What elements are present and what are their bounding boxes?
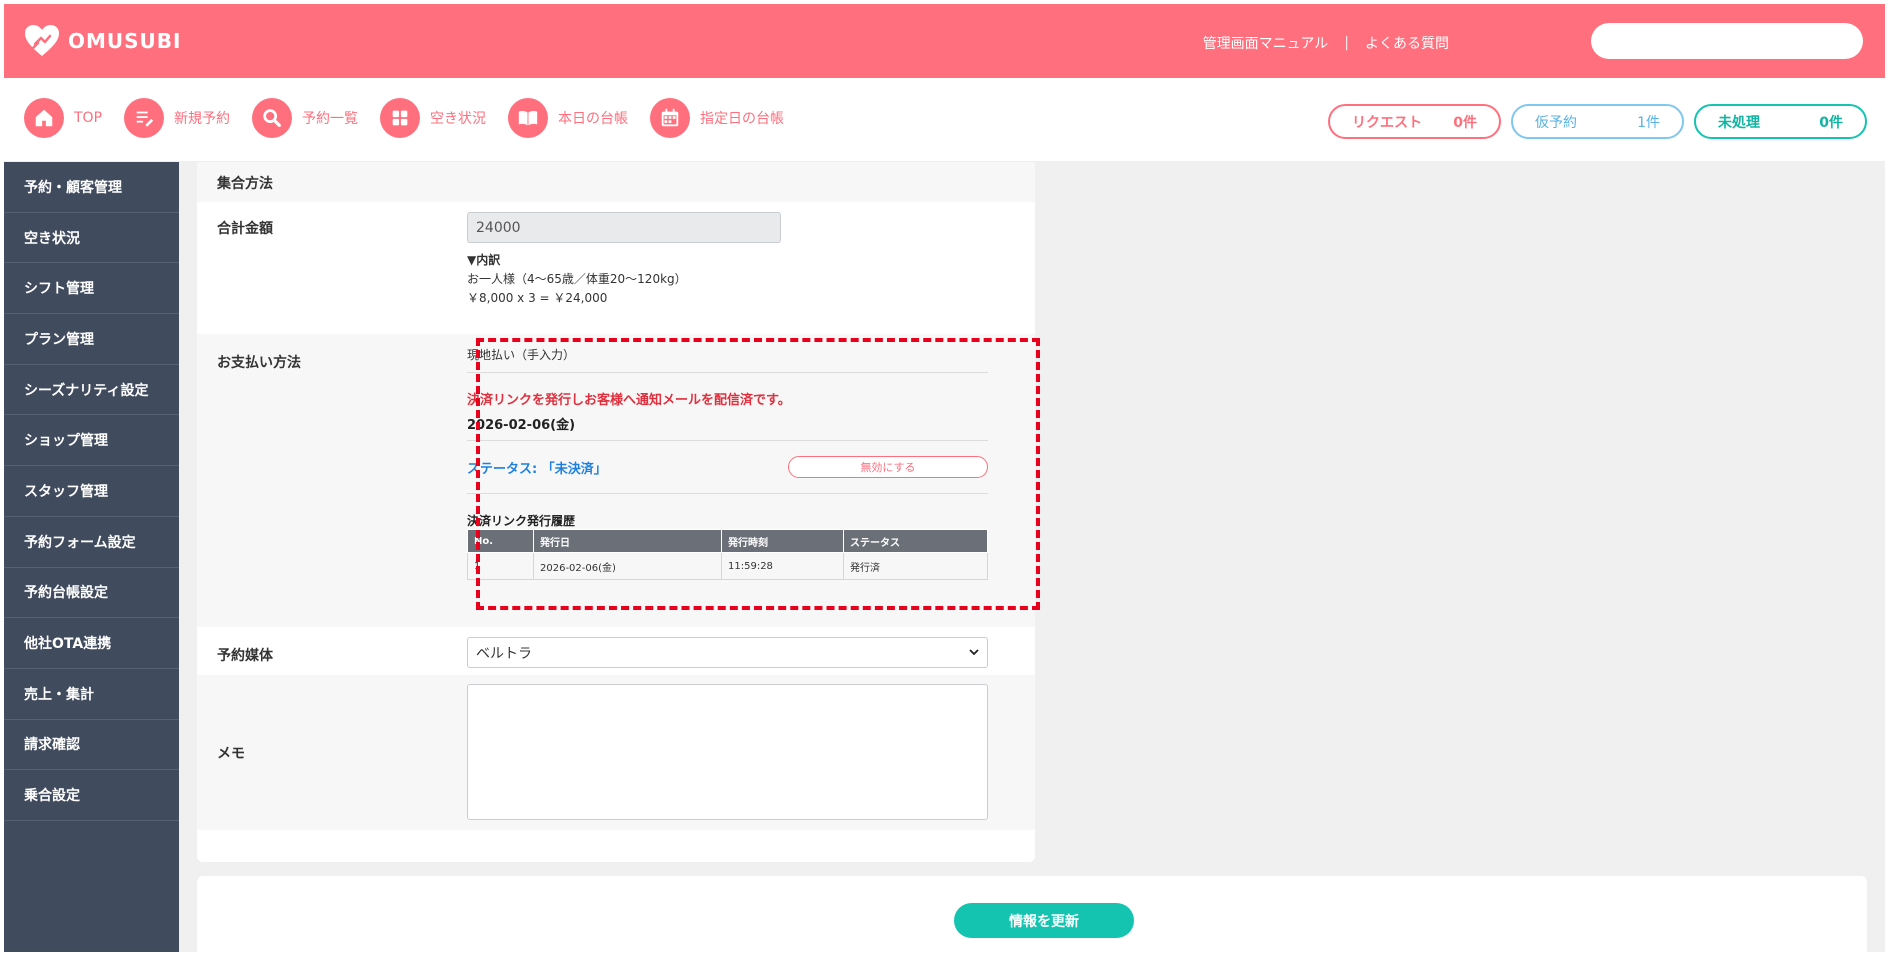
sidebar-item-ota[interactable]: 他社OTA連携 <box>4 618 179 669</box>
link-separator: | <box>1344 35 1349 51</box>
home-icon <box>24 98 64 138</box>
main-nav-bar: TOP 新規予約 予約一覧 空き状況 本日の台帳 指定日の台帳 リクエスト 0件… <box>4 78 1885 162</box>
sidebar-item-form-settings[interactable]: 予約フォーム設定 <box>4 517 179 568</box>
total-amount-input[interactable]: 24000 <box>467 212 781 243</box>
provisional-pill[interactable]: 仮予約 1件 <box>1511 104 1684 139</box>
sidebar-item-sales[interactable]: 売上・集計 <box>4 669 179 720</box>
sidebar-item-shop[interactable]: ショップ管理 <box>4 415 179 467</box>
payment-highlight-box <box>476 338 1040 610</box>
meeting-row: 集合方法 <box>197 162 1035 202</box>
sidebar-item-availability[interactable]: 空き状況 <box>4 213 179 264</box>
media-selected-value: ベルトラ <box>476 645 532 662</box>
breakdown-line-2: ￥8,000 x 3 = ￥24,000 <box>467 291 608 305</box>
media-select[interactable]: ベルトラ <box>467 637 988 668</box>
total-row: 合計金額 24000 ▼内訳 お一人様（4〜65歳／体重20〜120kg） ￥8… <box>197 202 1035 334</box>
grid-icon <box>380 98 421 138</box>
unprocessed-pill[interactable]: 未処理 0件 <box>1694 104 1867 139</box>
sidebar: 予約・顧客管理 空き状況 シフト管理 プラン管理 シーズナリティ設定 ショップ管… <box>4 162 179 952</box>
brand-logo[interactable]: OMUSUBI <box>24 24 181 58</box>
sidebar-item-billing[interactable]: 請求確認 <box>4 720 179 771</box>
request-pill[interactable]: リクエスト 0件 <box>1328 104 1501 139</box>
nav-reservation-list-label: 予約一覧 <box>302 111 359 127</box>
app-frame: OMUSUBI 管理画面マニュアル | よくある質問 TOP 新規予約 予約一覧… <box>4 4 1885 952</box>
provisional-pill-label: 仮予約 <box>1535 114 1577 131</box>
meeting-label: 集合方法 <box>217 176 273 192</box>
breakdown-line-1: お一人様（4〜65歳／体重20〜120kg） <box>467 272 687 286</box>
manual-link[interactable]: 管理画面マニュアル <box>1203 33 1329 53</box>
nav-reservation-list[interactable]: 予約一覧 <box>252 98 358 138</box>
total-label: 合計金額 <box>217 221 273 237</box>
unprocessed-pill-label: 未処理 <box>1718 114 1760 131</box>
top-header: OMUSUBI 管理画面マニュアル | よくある質問 <box>4 4 1885 78</box>
status-pills: リクエスト 0件 仮予約 1件 未処理 0件 <box>1328 104 1867 139</box>
brand-name: OMUSUBI <box>68 29 182 53</box>
sidebar-item-seasonality[interactable]: シーズナリティ設定 <box>4 365 179 416</box>
sidebar-item-ledger-settings[interactable]: 予約台帳設定 <box>4 568 179 619</box>
nav-top-label: TOP <box>74 110 103 126</box>
nav-availability-label: 空き状況 <box>430 111 487 127</box>
header-search-input[interactable] <box>1591 23 1863 59</box>
provisional-pill-count: 1件 <box>1637 114 1660 131</box>
unprocessed-pill-count: 0件 <box>1819 114 1843 131</box>
media-row: 予約媒体 ベルトラ <box>197 627 1035 675</box>
request-pill-label: リクエスト <box>1352 114 1422 131</box>
sidebar-item-plan[interactable]: プラン管理 <box>4 314 179 365</box>
media-field: ベルトラ <box>467 637 988 668</box>
chevron-down-icon <box>969 649 979 656</box>
nav-items: TOP 新規予約 予約一覧 空き状況 本日の台帳 指定日の台帳 <box>24 98 806 138</box>
faq-link[interactable]: よくある質問 <box>1365 33 1449 53</box>
memo-field <box>467 684 988 820</box>
nav-new-reservation[interactable]: 新規予約 <box>124 98 230 138</box>
request-pill-count: 0件 <box>1453 114 1477 131</box>
nav-top[interactable]: TOP <box>24 98 102 138</box>
new-reservation-icon <box>124 98 165 138</box>
header-links: 管理画面マニュアル | よくある質問 <box>1203 33 1449 53</box>
sidebar-item-shared-ride[interactable]: 乗合設定 <box>4 770 179 821</box>
nav-date-ledger-label: 指定日の台帳 <box>700 111 785 127</box>
memo-label: メモ <box>217 746 245 762</box>
nav-availability[interactable]: 空き状況 <box>380 98 486 138</box>
memo-textarea[interactable] <box>467 684 988 820</box>
sidebar-item-reservation-customer[interactable]: 予約・顧客管理 <box>4 162 179 213</box>
update-info-button[interactable]: 情報を更新 <box>954 903 1134 938</box>
breakdown-title: ▼内訳 <box>467 253 501 267</box>
book-icon <box>508 98 549 138</box>
nav-date-ledger[interactable]: 指定日の台帳 <box>650 98 784 138</box>
media-label: 予約媒体 <box>217 648 273 664</box>
total-field: 24000 ▼内訳 お一人様（4〜65歳／体重20〜120kg） ￥8,000 … <box>467 212 988 308</box>
heart-hands-logo-icon <box>25 25 59 56</box>
calendar-icon <box>650 98 691 138</box>
nav-new-reservation-label: 新規予約 <box>174 111 231 127</box>
nav-today-ledger[interactable]: 本日の台帳 <box>508 98 628 138</box>
payment-label: お支払い方法 <box>217 355 301 371</box>
search-icon <box>252 98 293 138</box>
nav-today-ledger-label: 本日の台帳 <box>558 111 629 127</box>
sidebar-item-staff[interactable]: スタッフ管理 <box>4 466 179 517</box>
memo-row: メモ <box>197 675 1035 830</box>
breakdown: ▼内訳 お一人様（4〜65歳／体重20〜120kg） ￥8,000 x 3 = … <box>467 251 988 308</box>
sidebar-item-shift[interactable]: シフト管理 <box>4 263 179 315</box>
